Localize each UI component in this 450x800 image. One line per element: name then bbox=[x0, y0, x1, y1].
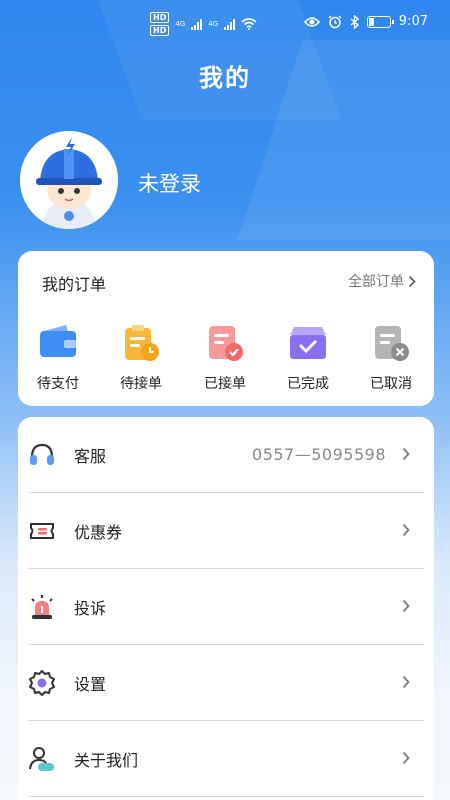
wifi-icon bbox=[241, 18, 257, 30]
orders-title: 我的订单 bbox=[42, 275, 107, 294]
status-right: 9:07 bbox=[303, 14, 428, 29]
order-status-label: 已取消 bbox=[370, 376, 412, 392]
chevron-right-icon bbox=[402, 599, 410, 613]
network-label: 4G bbox=[175, 20, 186, 28]
order-cancelled[interactable]: 已取消 bbox=[351, 323, 431, 393]
order-status-label: 已接单 bbox=[204, 376, 246, 392]
service-phone: 0557—5095598 bbox=[252, 445, 386, 464]
status-left: HD HD 4G 4G bbox=[150, 12, 257, 36]
menu-item-customer-service[interactable]: 客服 0557—5095598 bbox=[28, 417, 424, 493]
battery-icon bbox=[366, 15, 394, 28]
menu-label: 客服 bbox=[74, 446, 107, 466]
box-check-icon bbox=[290, 327, 326, 359]
eye-icon bbox=[303, 16, 320, 27]
helmet-mascot-icon bbox=[20, 131, 118, 229]
order-accepted[interactable]: 已接单 bbox=[185, 323, 265, 393]
document-cancel-icon bbox=[375, 326, 409, 361]
headset-icon bbox=[30, 443, 54, 465]
order-status-label: 待支付 bbox=[37, 376, 79, 392]
menu-label: 优惠券 bbox=[74, 522, 123, 542]
avatar[interactable] bbox=[20, 131, 118, 229]
document-check-icon bbox=[209, 326, 243, 361]
clock-time: 9:07 bbox=[398, 14, 428, 29]
coupon-icon bbox=[30, 522, 54, 539]
menu-item-complaint[interactable]: 投诉 bbox=[28, 569, 424, 645]
order-pending-payment[interactable]: 待支付 bbox=[18, 323, 98, 393]
chevron-right-icon bbox=[402, 751, 410, 765]
signal-icon bbox=[191, 18, 203, 30]
all-orders-label: 全部订单 bbox=[348, 274, 404, 290]
hd-badge: HD bbox=[150, 12, 170, 23]
order-status-label: 待接单 bbox=[120, 376, 162, 392]
wallet-icon bbox=[40, 325, 76, 357]
menu-item-coupons[interactable]: 优惠券 bbox=[28, 493, 424, 569]
order-pending-accept[interactable]: 待接单 bbox=[101, 323, 181, 393]
login-status[interactable]: 未登录 bbox=[138, 168, 201, 198]
chevron-right-icon bbox=[408, 275, 416, 287]
menu-card: 客服 0557—5095598 优惠券 投诉 设置 关于我们 bbox=[18, 417, 434, 800]
menu-label: 关于我们 bbox=[74, 750, 139, 770]
status-bar: HD HD 4G 4G 9:07 bbox=[0, 0, 450, 50]
menu-label: 设置 bbox=[74, 674, 107, 694]
orders-card: 我的订单 全部订单 待支付 待接单 已接单 已完成 已取消 bbox=[18, 251, 434, 406]
clipboard-clock-icon bbox=[125, 325, 159, 361]
chevron-right-icon bbox=[402, 675, 410, 689]
hd-badges: HD HD bbox=[150, 12, 170, 36]
order-completed[interactable]: 已完成 bbox=[268, 323, 348, 393]
bluetooth-icon bbox=[350, 14, 359, 29]
gear-icon bbox=[29, 669, 55, 696]
alarm-clock-icon bbox=[328, 15, 342, 28]
menu-item-about-us[interactable]: 关于我们 bbox=[28, 721, 424, 797]
menu-item-settings[interactable]: 设置 bbox=[28, 645, 424, 721]
chevron-right-icon bbox=[402, 523, 410, 537]
alarm-icon bbox=[31, 594, 53, 619]
chevron-right-icon bbox=[402, 447, 410, 461]
order-status-label: 已完成 bbox=[287, 376, 329, 392]
all-orders-link[interactable]: 全部订单 bbox=[348, 271, 416, 291]
network-label: 4G bbox=[208, 20, 219, 28]
signal-icon bbox=[224, 18, 236, 30]
user-info-icon bbox=[29, 746, 54, 771]
menu-label: 投诉 bbox=[74, 598, 107, 618]
hd-badge: HD bbox=[150, 25, 170, 36]
page-title: 我的 bbox=[199, 64, 251, 92]
